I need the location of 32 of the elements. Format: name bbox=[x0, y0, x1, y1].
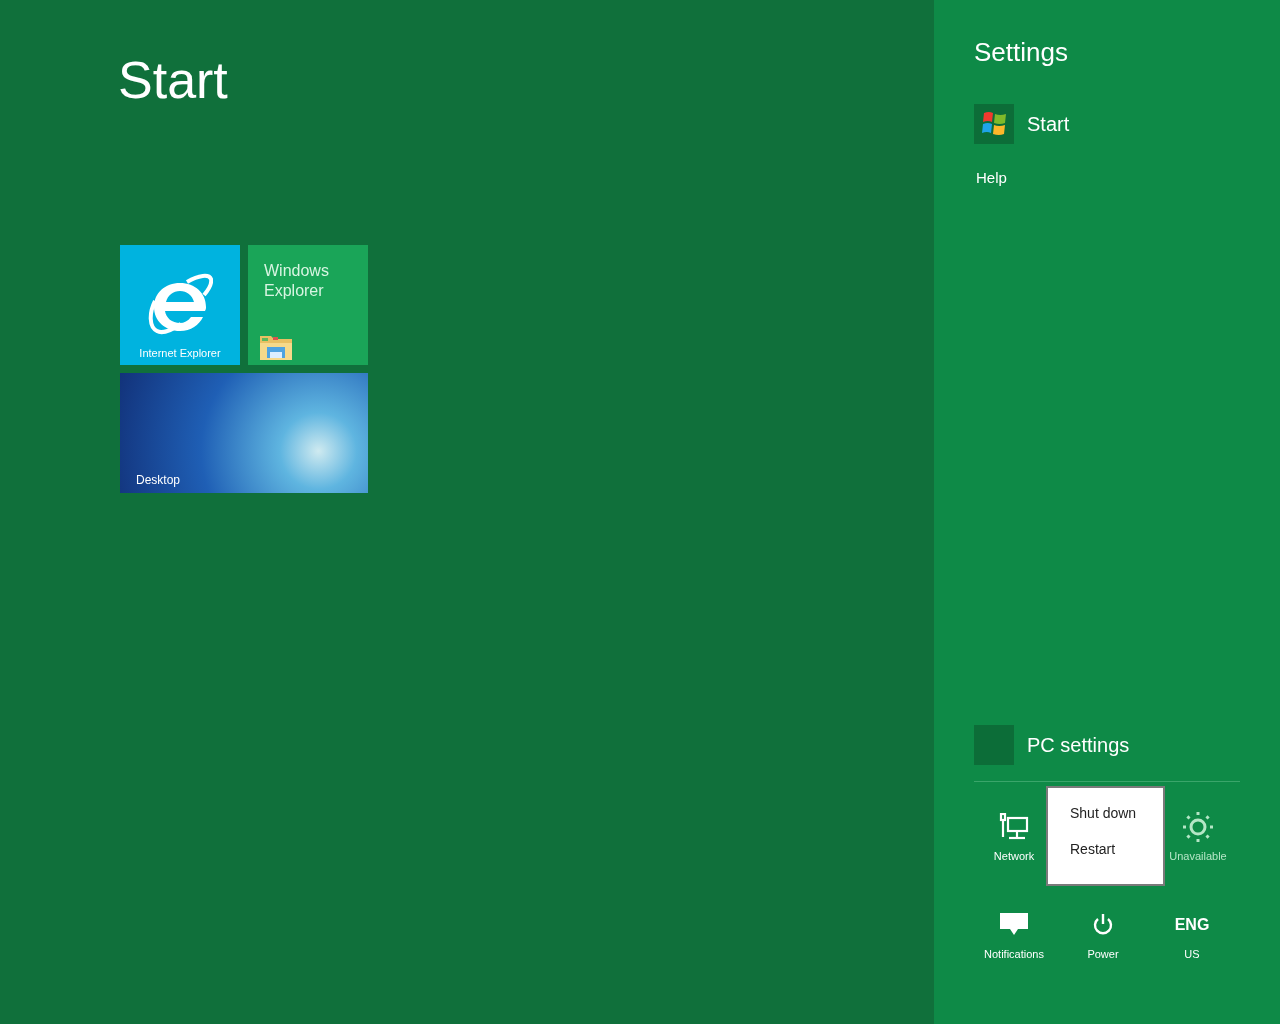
quick-setting-label: Power bbox=[1087, 946, 1119, 962]
app-tile[interactable]: Windows Explorer bbox=[248, 245, 368, 365]
quick-setting-label: Unavailable bbox=[1169, 848, 1227, 864]
app-tile[interactable]: Internet Explorer bbox=[120, 245, 240, 365]
quick-setting-label: US bbox=[1184, 946, 1200, 962]
power-menu-item[interactable]: Shut down bbox=[1070, 805, 1163, 821]
settings-title: Settings bbox=[974, 36, 1069, 68]
quick-setting[interactable]: ENG US bbox=[1148, 906, 1236, 962]
pc-settings-icon-tile bbox=[974, 725, 1014, 765]
network-icon bbox=[999, 812, 1029, 841]
quick-setting[interactable]: Power bbox=[1059, 906, 1147, 962]
help-link[interactable]: Help bbox=[976, 167, 1007, 190]
pc-settings-label: PC settings bbox=[1027, 733, 1130, 758]
quick-setting[interactable]: Notifications bbox=[970, 906, 1058, 962]
pc-settings-link[interactable]: PC settings bbox=[974, 725, 1240, 765]
tile-label: Desktop bbox=[136, 472, 182, 489]
power-icon bbox=[1092, 912, 1114, 937]
quick-setting-label: Network bbox=[993, 848, 1035, 864]
speech-bubble-icon bbox=[1000, 912, 1028, 937]
tile-label: Internet Explorer bbox=[139, 345, 221, 361]
brightness-icon bbox=[1181, 809, 1215, 844]
start-title: Start bbox=[118, 50, 229, 110]
tile-label: Windows Explorer bbox=[264, 261, 330, 301]
letter-e-logo-icon bbox=[147, 273, 213, 335]
desktop-tile[interactable]: Desktop bbox=[120, 373, 368, 493]
language-code: ENG bbox=[1174, 914, 1210, 935]
folder-icon bbox=[259, 333, 293, 361]
flag-logo-icon bbox=[980, 111, 1008, 137]
power-menu-item[interactable]: Restart bbox=[1070, 841, 1163, 857]
quick-setting[interactable]: Network bbox=[970, 808, 1058, 864]
quick-setting-label: Notifications bbox=[984, 946, 1044, 962]
app-name: Start bbox=[1027, 112, 1070, 137]
